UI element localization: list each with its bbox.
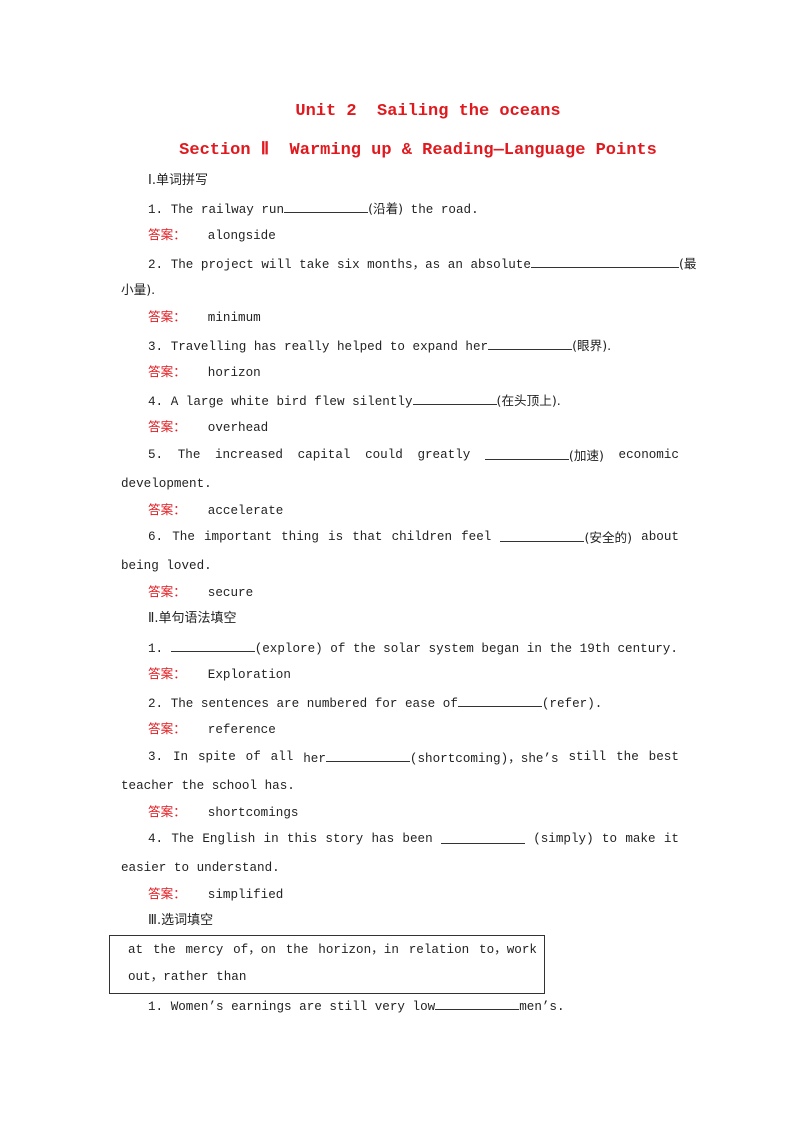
answer-1-4: 答案： overhead — [148, 418, 268, 437]
word-bank-line-1: at the mercy of，on the horizon，in relati… — [128, 943, 537, 957]
answer-1-5: 答案： accelerate — [148, 501, 283, 520]
answer-blank[interactable] — [530, 254, 679, 268]
section-heading-1: Ⅰ.单词拼写 — [148, 173, 208, 188]
question-1-4: 4. A large white bird flew silently (在头顶上… — [148, 391, 561, 409]
answer-value: shortcomings — [207, 806, 299, 820]
question-3-1: 1. Women’s earnings are still very low me… — [148, 996, 565, 1016]
answer-label: 答案： — [148, 309, 186, 324]
question-1-5: 5. The increased capital could greatly (… — [148, 446, 679, 463]
answer-blank[interactable] — [435, 996, 520, 1010]
answer-2-1: 答案： Exploration — [148, 665, 291, 684]
answer-value: accelerate — [207, 504, 284, 518]
answer-value: reference — [207, 723, 276, 737]
answer-blank[interactable] — [284, 199, 369, 213]
question-1-1: 1. The railway run (沿着) the road. — [148, 199, 479, 217]
answer-blank[interactable] — [500, 528, 585, 542]
answer-2-4: 答案： simplified — [148, 885, 283, 904]
answer-1-3: 答案： horizon — [148, 363, 261, 382]
answer-label: 答案： — [148, 804, 186, 819]
answer-value: horizon — [207, 366, 261, 380]
answer-label: 答案： — [148, 584, 186, 599]
answer-blank[interactable] — [484, 446, 569, 460]
question-2-1: 1. (explore) of the solar system began i… — [148, 638, 678, 658]
answer-value: minimum — [207, 311, 261, 325]
answer-2-2: 答案： reference — [148, 720, 276, 739]
answer-label: 答案： — [148, 721, 186, 736]
answer-1-6: 答案： secure — [148, 583, 253, 602]
question-1-2-cont: 小量). — [121, 282, 156, 297]
answer-value: overhead — [207, 421, 269, 435]
answer-blank[interactable] — [170, 638, 255, 652]
question-2-2: 2. The sentences are numbered for ease o… — [148, 693, 602, 713]
question-2-4-cont: easier to understand. — [121, 861, 280, 875]
document-title: Unit 2 Sailing the oceans — [295, 102, 561, 121]
document-page: Unit 2 Sailing the oceans Section Ⅱ Warm… — [0, 0, 800, 1132]
section-heading-3: Ⅲ.选词填空 — [148, 913, 214, 928]
answer-blank[interactable] — [412, 391, 497, 405]
question-1-2: 2. The project will take six months，as a… — [148, 254, 697, 272]
answer-value: alongside — [207, 229, 276, 243]
answer-blank[interactable] — [457, 693, 542, 707]
answer-label: 答案： — [148, 227, 186, 242]
answer-1-1: 答案： alongside — [148, 226, 276, 245]
document-subtitle: Section Ⅱ Warming up & Reading—Language … — [179, 141, 657, 160]
question-2-4: 4. The English in this story has been (s… — [148, 830, 679, 846]
question-1-5-cont: development. — [121, 477, 212, 491]
question-1-6-cont: being loved. — [121, 559, 212, 573]
answer-label: 答案： — [148, 666, 186, 681]
answer-value: simplified — [207, 888, 284, 902]
question-2-3-cont: teacher the school has. — [121, 779, 295, 793]
question-2-3: 3. In spite of all her (shortcoming)，she’… — [148, 748, 679, 766]
answer-value: Exploration — [207, 668, 291, 682]
answer-blank[interactable] — [440, 830, 525, 844]
answer-blank[interactable] — [325, 748, 410, 762]
question-1-6: 6. The important thing is that children … — [148, 528, 679, 545]
answer-label: 答案： — [148, 502, 186, 517]
answer-label: 答案： — [148, 886, 186, 901]
word-bank-line-2: out，rather than — [128, 970, 247, 984]
question-1-3: 3. Travelling has really helped to expan… — [148, 336, 612, 354]
section-heading-2: Ⅱ.单句语法填空 — [148, 611, 237, 626]
answer-blank[interactable] — [488, 336, 573, 350]
answer-label: 答案： — [148, 419, 186, 434]
answer-2-3: 答案： shortcomings — [148, 803, 298, 822]
answer-value: secure — [207, 586, 254, 600]
answer-label: 答案： — [148, 364, 186, 379]
answer-1-2: 答案： minimum — [148, 308, 261, 327]
